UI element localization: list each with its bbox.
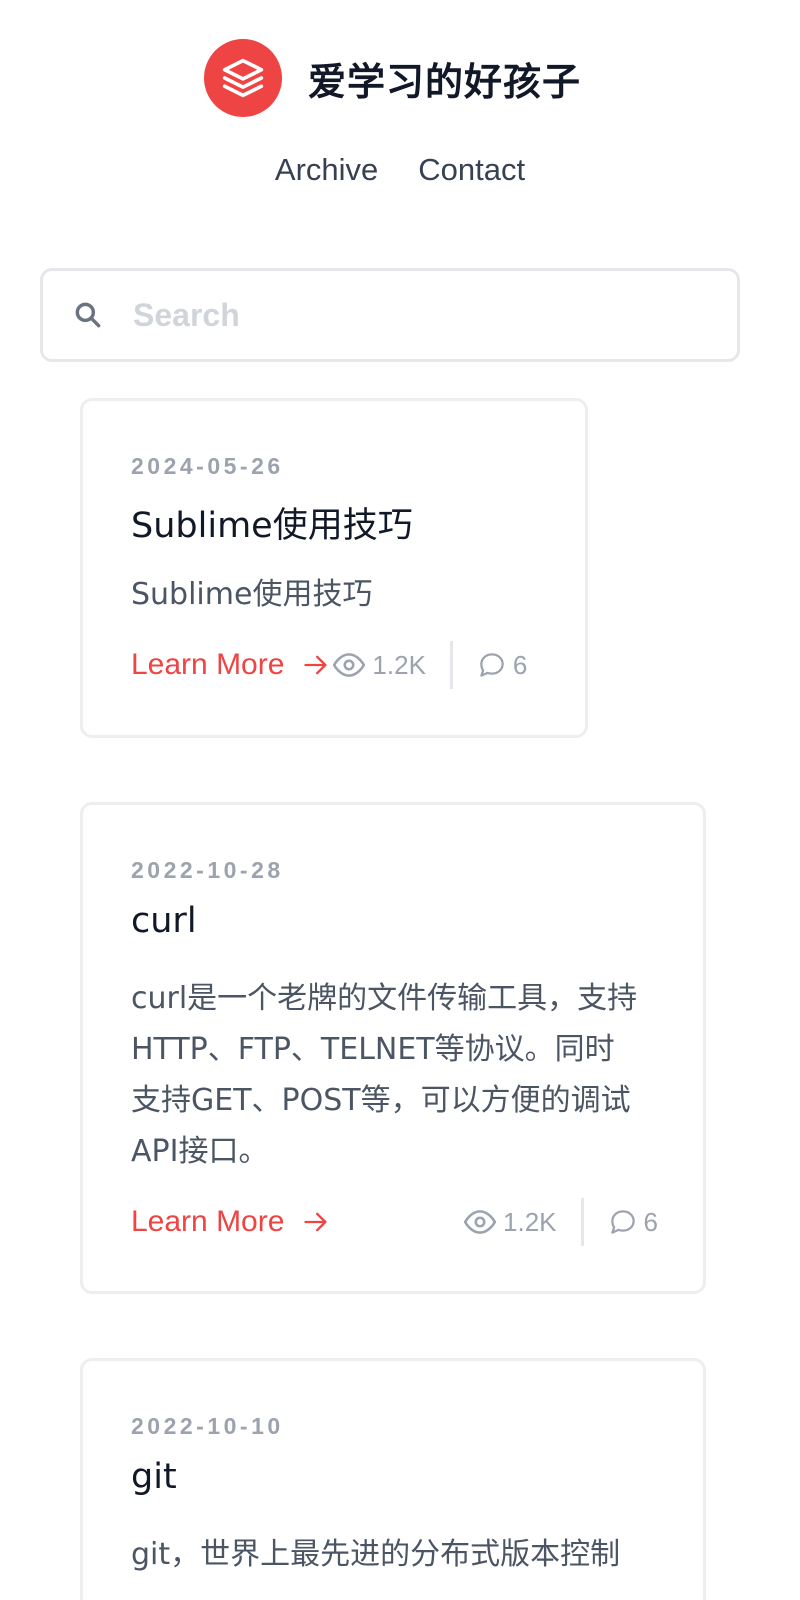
site-title[interactable]: 爱学习的好孩子 [308, 51, 581, 106]
brand[interactable]: 爱学习的好孩子 [204, 38, 581, 118]
learn-more-label: Learn More [131, 1205, 285, 1238]
post-title[interactable]: git [131, 1457, 177, 1497]
excerpt-line: curl是一个老牌的文件传输工具，支持 [131, 981, 638, 1016]
search-icon [71, 298, 105, 332]
post-excerpt: curl是一个老牌的文件传输工具，支持 HTTP、FTP、TELNET等协议。同… [131, 973, 637, 1177]
post-date: 2022-10-28 [131, 857, 284, 883]
post-footer: Learn More 1.2K 6 [131, 1197, 658, 1247]
excerpt-line: 支持GET、POST等，可以方便的调试 [131, 1083, 631, 1118]
eye-icon [333, 653, 366, 677]
nav-archive[interactable]: Archive [275, 152, 378, 188]
comment-icon [480, 653, 504, 677]
post-stats: 1.2K 6 [463, 1198, 658, 1246]
layers-icon [222, 58, 264, 98]
arrow-right-icon [302, 651, 330, 679]
main-nav: Archive Contact [0, 152, 800, 188]
arrow-right-icon [302, 1208, 330, 1236]
comments-stat: 6 [477, 650, 527, 681]
search-input[interactable] [131, 295, 695, 335]
learn-more-label: Learn More [131, 648, 285, 681]
post-title[interactable]: Sublime使用技巧 [131, 497, 413, 548]
post-card[interactable]: 2022-10-10 git git，世界上最先进的分布式版本控制 [80, 1358, 706, 1600]
learn-more-link[interactable]: Learn More [131, 648, 330, 682]
comments-stat: 6 [608, 1207, 658, 1238]
learn-more-link[interactable]: Learn More [131, 1205, 330, 1239]
post-card[interactable]: 2024-05-26 Sublime使用技巧 Sublime使用技巧 Learn… [80, 398, 588, 738]
views-count: 1.2K [503, 1206, 557, 1237]
search-box[interactable] [40, 268, 740, 362]
excerpt-line: git，世界上最先进的分布式版本控制 [131, 1537, 621, 1572]
excerpt-line: HTTP、FTP、TELNET等协议。同时 [131, 1032, 615, 1067]
post-stats: 1.2K 6 [332, 641, 527, 689]
stats-divider [580, 1198, 584, 1246]
comments-count: 6 [512, 649, 528, 680]
views-stat: 1.2K [332, 648, 426, 682]
nav-contact[interactable]: Contact [418, 152, 525, 188]
post-date: 2024-05-26 [131, 453, 284, 479]
post-excerpt: git，世界上最先进的分布式版本控制 [131, 1529, 620, 1580]
post-excerpt: Sublime使用技巧 [131, 577, 373, 612]
post-date: 2022-10-10 [131, 1413, 284, 1439]
post-card[interactable]: 2022-10-28 curl curl是一个老牌的文件传输工具，支持 HTTP… [80, 802, 706, 1294]
post-title[interactable]: curl [131, 901, 197, 941]
comment-icon [610, 1210, 635, 1234]
excerpt-line: API接口。 [131, 1134, 269, 1169]
comments-count: 6 [643, 1206, 658, 1237]
views-count: 1.2K [372, 649, 426, 680]
views-stat: 1.2K [463, 1205, 557, 1239]
eye-icon [463, 1210, 497, 1234]
stats-divider [449, 641, 453, 689]
post-footer: Learn More 1.2K 6 [131, 640, 527, 690]
logo[interactable] [204, 39, 282, 117]
